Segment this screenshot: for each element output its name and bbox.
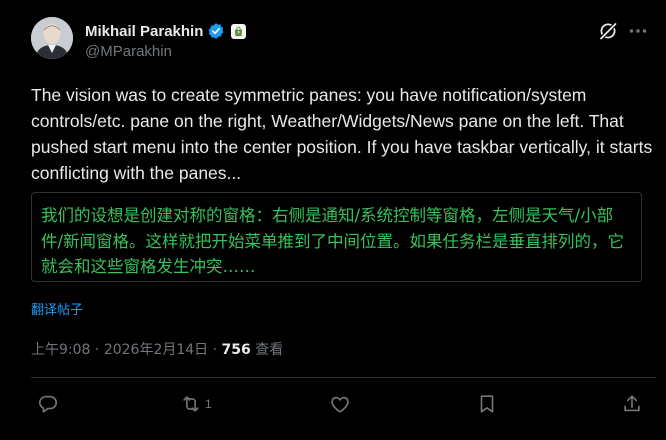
views-label: 查看 bbox=[250, 342, 284, 358]
translate-post-link[interactable]: 翻译帖子 bbox=[31, 299, 83, 318]
post-date[interactable]: 2026年2月14日 bbox=[104, 342, 208, 358]
post-time[interactable]: 上午9:08 bbox=[31, 342, 90, 358]
translation-text: 我们的设想是创建对称的窗格：右侧是通知/系统控制等窗格，左侧是天气/小部件/新闻… bbox=[41, 206, 625, 276]
author-name[interactable]: Mikhail Parakhin bbox=[85, 23, 203, 40]
reply-icon bbox=[38, 395, 58, 413]
bookmark-icon bbox=[480, 395, 494, 413]
bookmark-button[interactable] bbox=[476, 391, 501, 417]
user-avatar-photo bbox=[31, 17, 73, 59]
meta-separator: · bbox=[90, 342, 104, 358]
action-bar: 1 bbox=[0, 391, 666, 417]
grok-icon[interactable] bbox=[598, 21, 618, 41]
tweet-text: The vision was to create symmetric panes… bbox=[31, 85, 653, 183]
share-button[interactable] bbox=[621, 391, 646, 417]
repost-count: 1 bbox=[205, 397, 212, 411]
share-icon bbox=[624, 395, 640, 412]
divider bbox=[31, 377, 656, 378]
like-icon bbox=[331, 396, 349, 413]
repost-button[interactable]: 1 bbox=[180, 391, 212, 417]
shopify-bag-icon[interactable] bbox=[231, 23, 247, 39]
author-name-row: Mikhail Parakhin bbox=[85, 22, 247, 40]
avatar[interactable] bbox=[31, 17, 73, 59]
repost-icon bbox=[183, 396, 199, 412]
views-count[interactable]: 756 bbox=[222, 342, 251, 358]
like-button[interactable] bbox=[329, 391, 354, 417]
verified-badge-icon bbox=[208, 23, 224, 39]
author-handle[interactable]: @MParakhin bbox=[85, 43, 172, 60]
translation-box: 我们的设想是创建对称的窗格：右侧是通知/系统控制等窗格，左侧是天气/小部件/新闻… bbox=[31, 192, 642, 282]
tweet-meta: 上午9:08 · 2026年2月14日 · 756 查看 bbox=[31, 339, 283, 359]
more-options-icon[interactable] bbox=[628, 21, 648, 41]
meta-separator: · bbox=[208, 342, 222, 358]
reply-button[interactable] bbox=[37, 391, 62, 417]
